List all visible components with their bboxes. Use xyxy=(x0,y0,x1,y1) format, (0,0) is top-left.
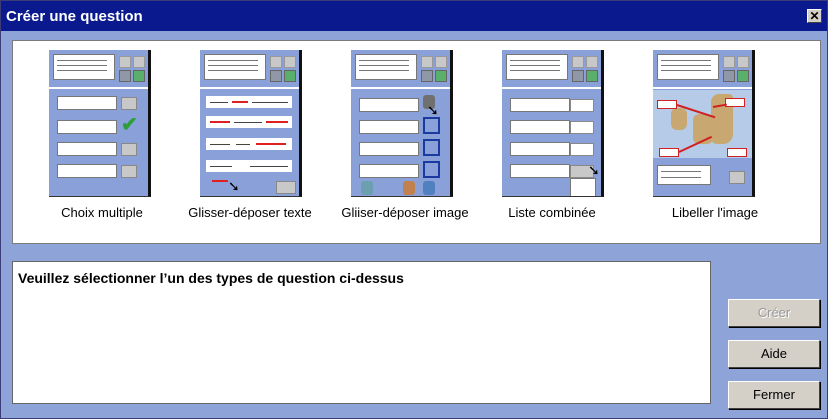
question-type-gallery: ✔ Choix multiple ➘ Glisser-déposer texte… xyxy=(12,40,821,244)
question-type-label: Libeller l'image xyxy=(671,205,759,220)
create-button[interactable]: Créer xyxy=(728,299,820,327)
help-button[interactable]: Aide xyxy=(728,340,820,368)
window-title: Créer une question xyxy=(6,8,143,25)
question-type-drag-drop-image[interactable]: ➘ Gliiser-déposer image xyxy=(326,50,469,225)
dialog-window: Créer une question ✕ ✔ Choix multiple ➘ … xyxy=(0,0,828,419)
question-type-multiple-choice[interactable]: ✔ Choix multiple xyxy=(24,50,154,225)
label-image-thumbnail xyxy=(653,50,755,197)
question-type-drag-drop-text[interactable]: ➘ Glisser-déposer texte xyxy=(175,50,312,225)
close-window-button[interactable]: ✕ xyxy=(807,9,822,23)
combo-list-thumbnail: ➘ xyxy=(502,50,604,197)
instruction-text: Veuillez sélectionner l’un des types de … xyxy=(18,270,404,286)
close-button[interactable]: Fermer xyxy=(728,381,820,409)
description-panel: Veuillez sélectionner l’un des types de … xyxy=(12,261,711,404)
question-type-label: Choix multiple xyxy=(61,205,143,220)
close-icon: ✕ xyxy=(809,9,820,23)
drag-drop-image-thumbnail: ➘ xyxy=(351,50,453,197)
question-type-label: Gliiser-déposer image xyxy=(341,205,469,220)
question-type-label: Glisser-déposer texte xyxy=(188,205,312,220)
question-type-label: Liste combinée xyxy=(508,205,596,220)
question-type-combo-list[interactable]: ➘ Liste combinée xyxy=(477,50,607,225)
title-bar[interactable]: Créer une question ✕ xyxy=(1,1,827,31)
multiple-choice-thumbnail: ✔ xyxy=(49,50,151,197)
drag-drop-text-thumbnail: ➘ xyxy=(200,50,302,197)
question-type-label-image[interactable]: Libeller l'image xyxy=(628,50,758,225)
